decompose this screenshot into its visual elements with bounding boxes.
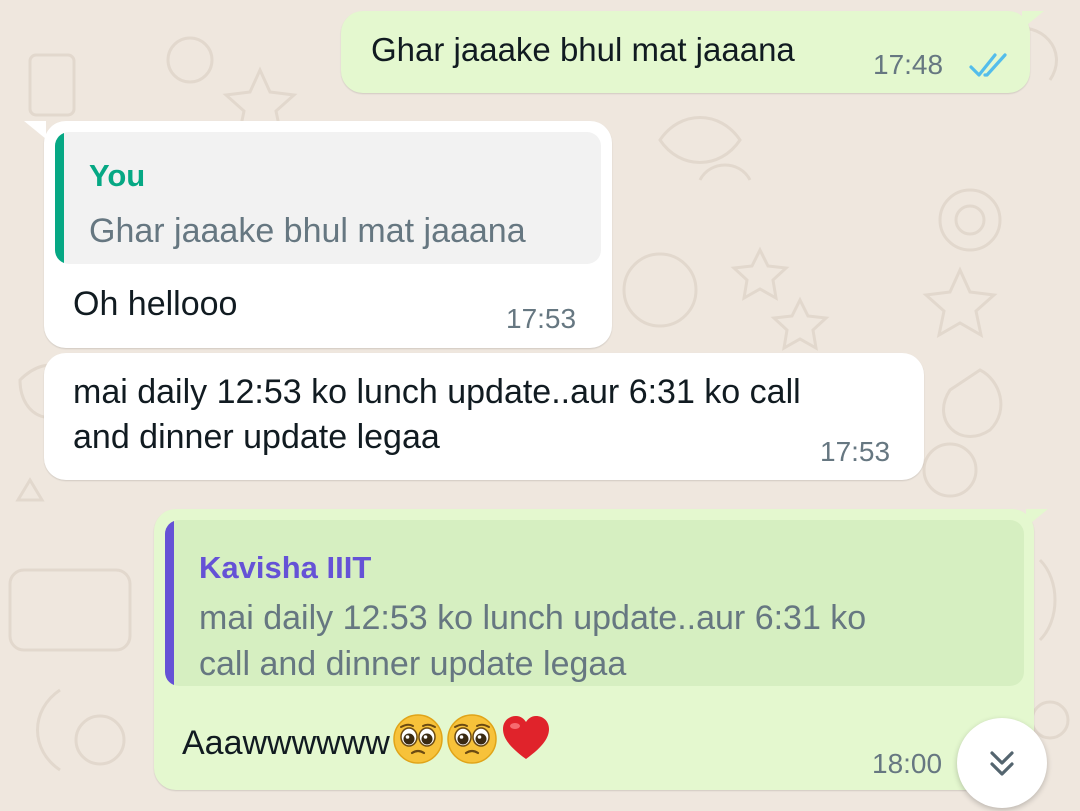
message-bubble-outgoing[interactable]: Ghar jaaake bhul mat jaaana 17:48: [341, 11, 1030, 93]
message-timestamp: 17:48: [873, 49, 944, 80]
message-text: Oh hellooo: [73, 285, 238, 323]
red-heart-emoji: [500, 713, 552, 777]
bubble-tail: [1026, 509, 1048, 527]
message-text-content: Aaawwwwww: [182, 723, 390, 762]
pleading-face-emoji: [446, 713, 498, 777]
quote-accent-bar: [165, 520, 174, 686]
message-bubble-incoming[interactable]: mai daily 12:53 ko lunch update..aur 6:3…: [44, 353, 924, 480]
message-bubble-incoming[interactable]: You Ghar jaaake bhul mat jaaana Oh hello…: [44, 121, 612, 348]
message-text: Aaawwwwww: [182, 713, 552, 777]
quote-text-line: call and dinner update legaa: [199, 645, 627, 683]
bubble-tail: [1022, 11, 1044, 29]
scroll-to-bottom-button[interactable]: [957, 718, 1047, 808]
quote-text: Ghar jaaake bhul mat jaaana: [89, 212, 526, 250]
quote-author: Kavisha IIIT: [199, 550, 372, 585]
message-text: Ghar jaaake bhul mat jaaana: [371, 31, 795, 68]
quote-text-line: mai daily 12:53 ko lunch update..aur 6:3…: [199, 599, 867, 637]
read-double-tick-icon: [969, 51, 1013, 81]
message-timestamp: 17:53: [506, 303, 577, 334]
message-text-line: mai daily 12:53 ko lunch update..aur 6:3…: [73, 373, 801, 411]
bubble-tail: [24, 121, 46, 139]
quote-accent-bar: [55, 132, 64, 264]
message-timestamp: 17:53: [820, 436, 891, 467]
quoted-message[interactable]: Kavisha IIIT mai daily 12:53 ko lunch up…: [165, 520, 1024, 686]
message-bubble-outgoing[interactable]: Kavisha IIIT mai daily 12:53 ko lunch up…: [154, 509, 1034, 790]
quoted-message[interactable]: You Ghar jaaake bhul mat jaaana: [55, 132, 601, 264]
pleading-face-emoji: [392, 713, 444, 777]
quote-author: You: [89, 158, 146, 193]
message-text-line: and dinner update legaa: [73, 418, 440, 456]
message-timestamp: 18:00: [872, 748, 943, 779]
double-chevron-down-icon: [984, 745, 1020, 781]
